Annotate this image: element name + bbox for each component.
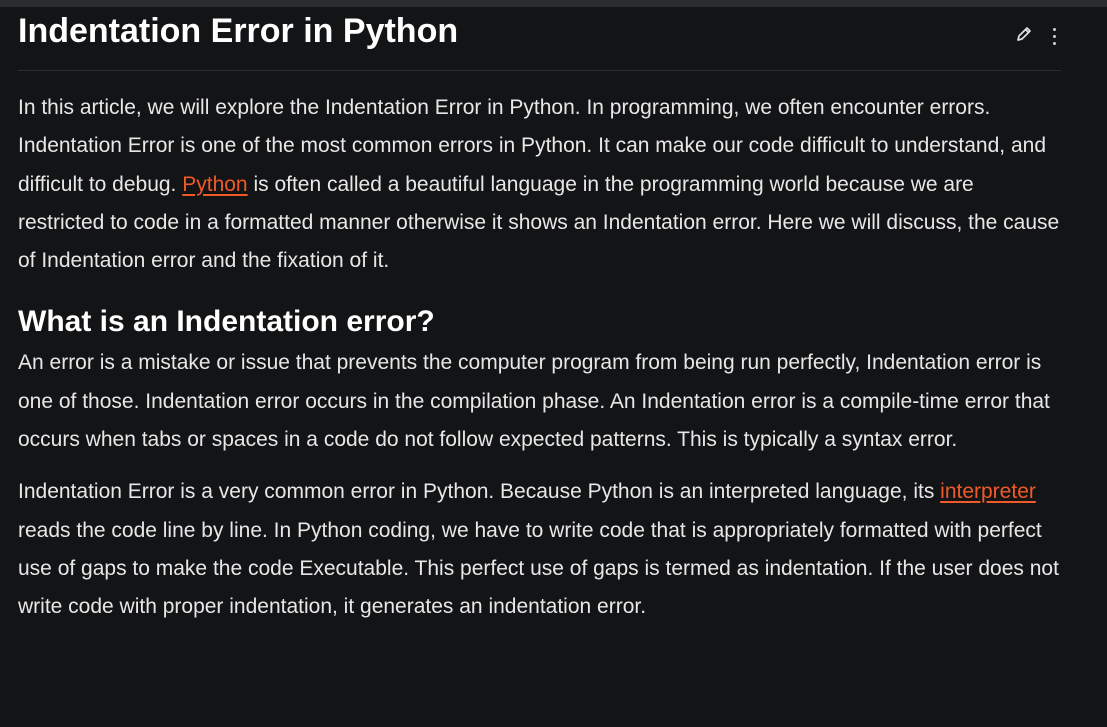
article-container: Indentation Error in Python In this arti… <box>18 7 1061 627</box>
explanation-paragraph: Indentation Error is a very common error… <box>18 473 1061 626</box>
interpreter-link[interactable]: interpreter <box>940 480 1036 503</box>
article-header: Indentation Error in Python <box>18 7 1061 71</box>
explanation-text-end: reads the code line by line. In Python c… <box>18 518 1059 619</box>
kebab-icon <box>1052 34 1056 38</box>
article-actions <box>1011 23 1061 49</box>
explanation-text-start: Indentation Error is a very common error… <box>18 480 941 504</box>
kebab-icon <box>1052 41 1056 45</box>
section-heading: What is an Indentation error? <box>18 305 435 339</box>
more-options-button[interactable] <box>1047 23 1061 49</box>
python-link[interactable]: Python <box>182 173 247 196</box>
edit-button[interactable] <box>1011 23 1037 49</box>
intro-paragraph: In this article, we will explore the Ind… <box>18 89 1061 280</box>
top-bar <box>0 0 1107 7</box>
definition-paragraph: An error is a mistake or issue that prev… <box>18 351 1050 452</box>
article-title: Indentation Error in Python <box>18 12 459 50</box>
kebab-icon <box>1052 27 1056 31</box>
pencil-icon <box>1014 24 1034 49</box>
